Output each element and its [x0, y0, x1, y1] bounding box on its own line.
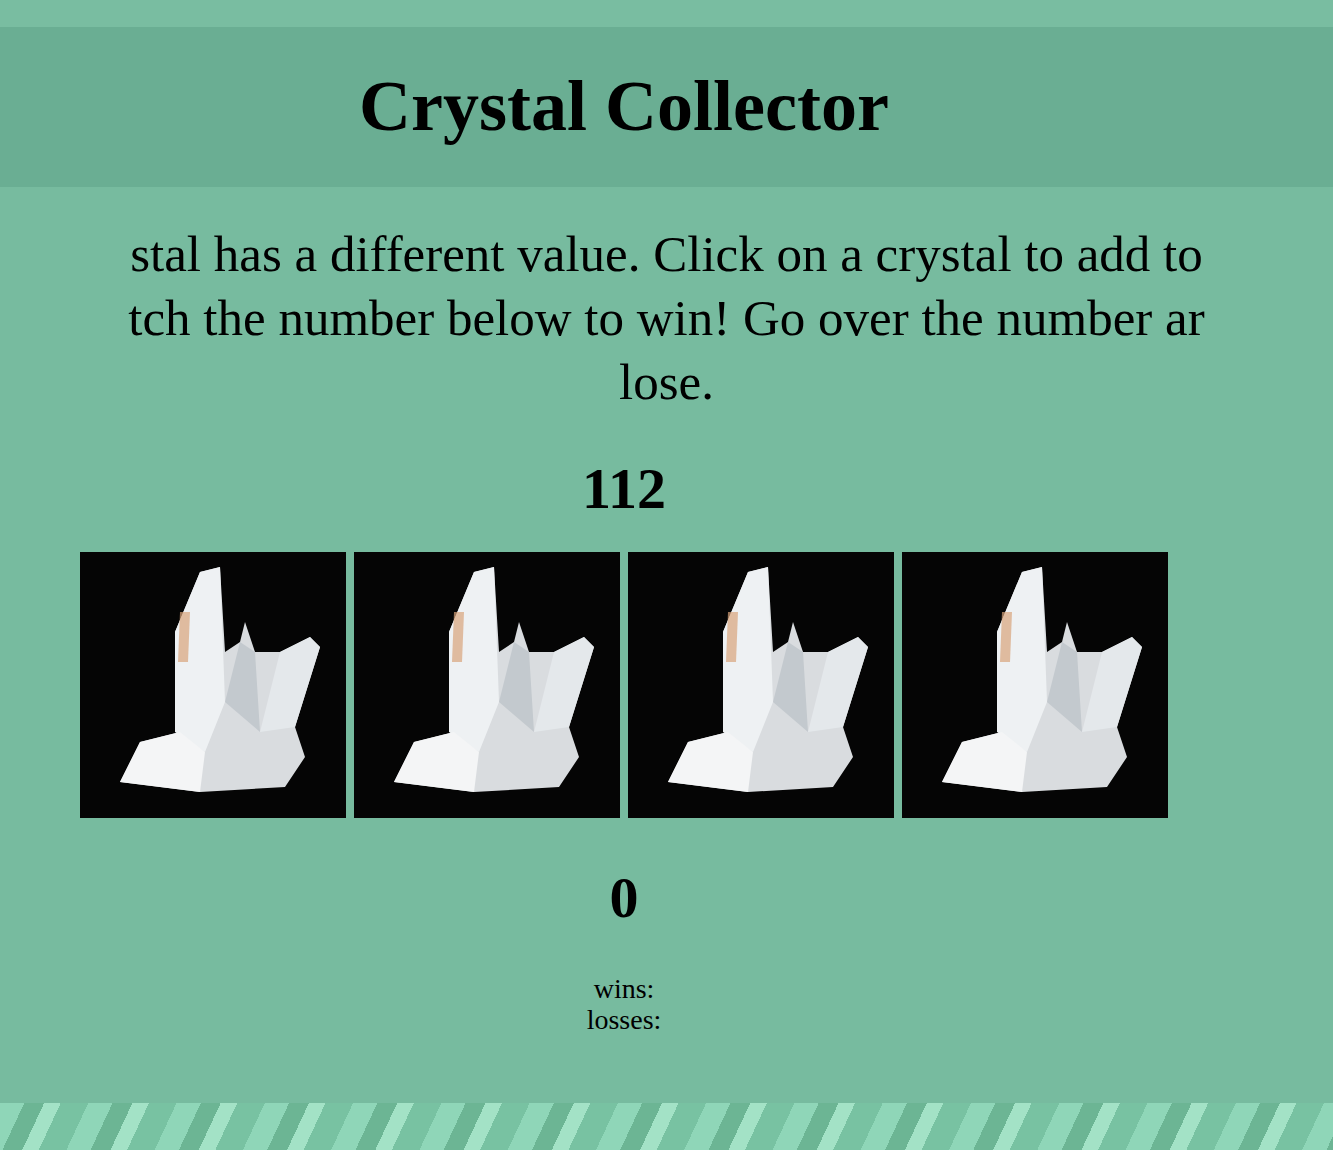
crystal-button[interactable] [628, 552, 894, 818]
instructions: stal has a different value. Click on a c… [0, 187, 1333, 414]
instruction-line: tch the number below to win! Go over the… [128, 286, 1204, 350]
top-strip [0, 0, 1333, 27]
crystal-button[interactable] [354, 552, 620, 818]
crystal-row [0, 552, 1168, 818]
crystal-icon [902, 552, 1168, 818]
losses-label: losses: [587, 1004, 662, 1035]
crystal-icon [628, 552, 894, 818]
instruction-line: stal has a different value. Click on a c… [130, 222, 1203, 286]
page: Crystal Collector stal has a different va… [0, 0, 1333, 1150]
bottom-pattern [0, 1103, 1333, 1150]
crystal-button[interactable] [902, 552, 1168, 818]
tally: wins:losses: [587, 973, 662, 1035]
instruction-line: lose. [619, 350, 714, 414]
crystal-button[interactable] [80, 552, 346, 818]
crystal-icon [354, 552, 620, 818]
wins-label: wins: [587, 973, 662, 1004]
title: Crystal Collector [359, 67, 889, 146]
header: Crystal Collector [0, 27, 1333, 187]
target-number: 112 [582, 454, 666, 524]
crystal-icon [80, 552, 346, 818]
score: 0 [610, 863, 639, 933]
